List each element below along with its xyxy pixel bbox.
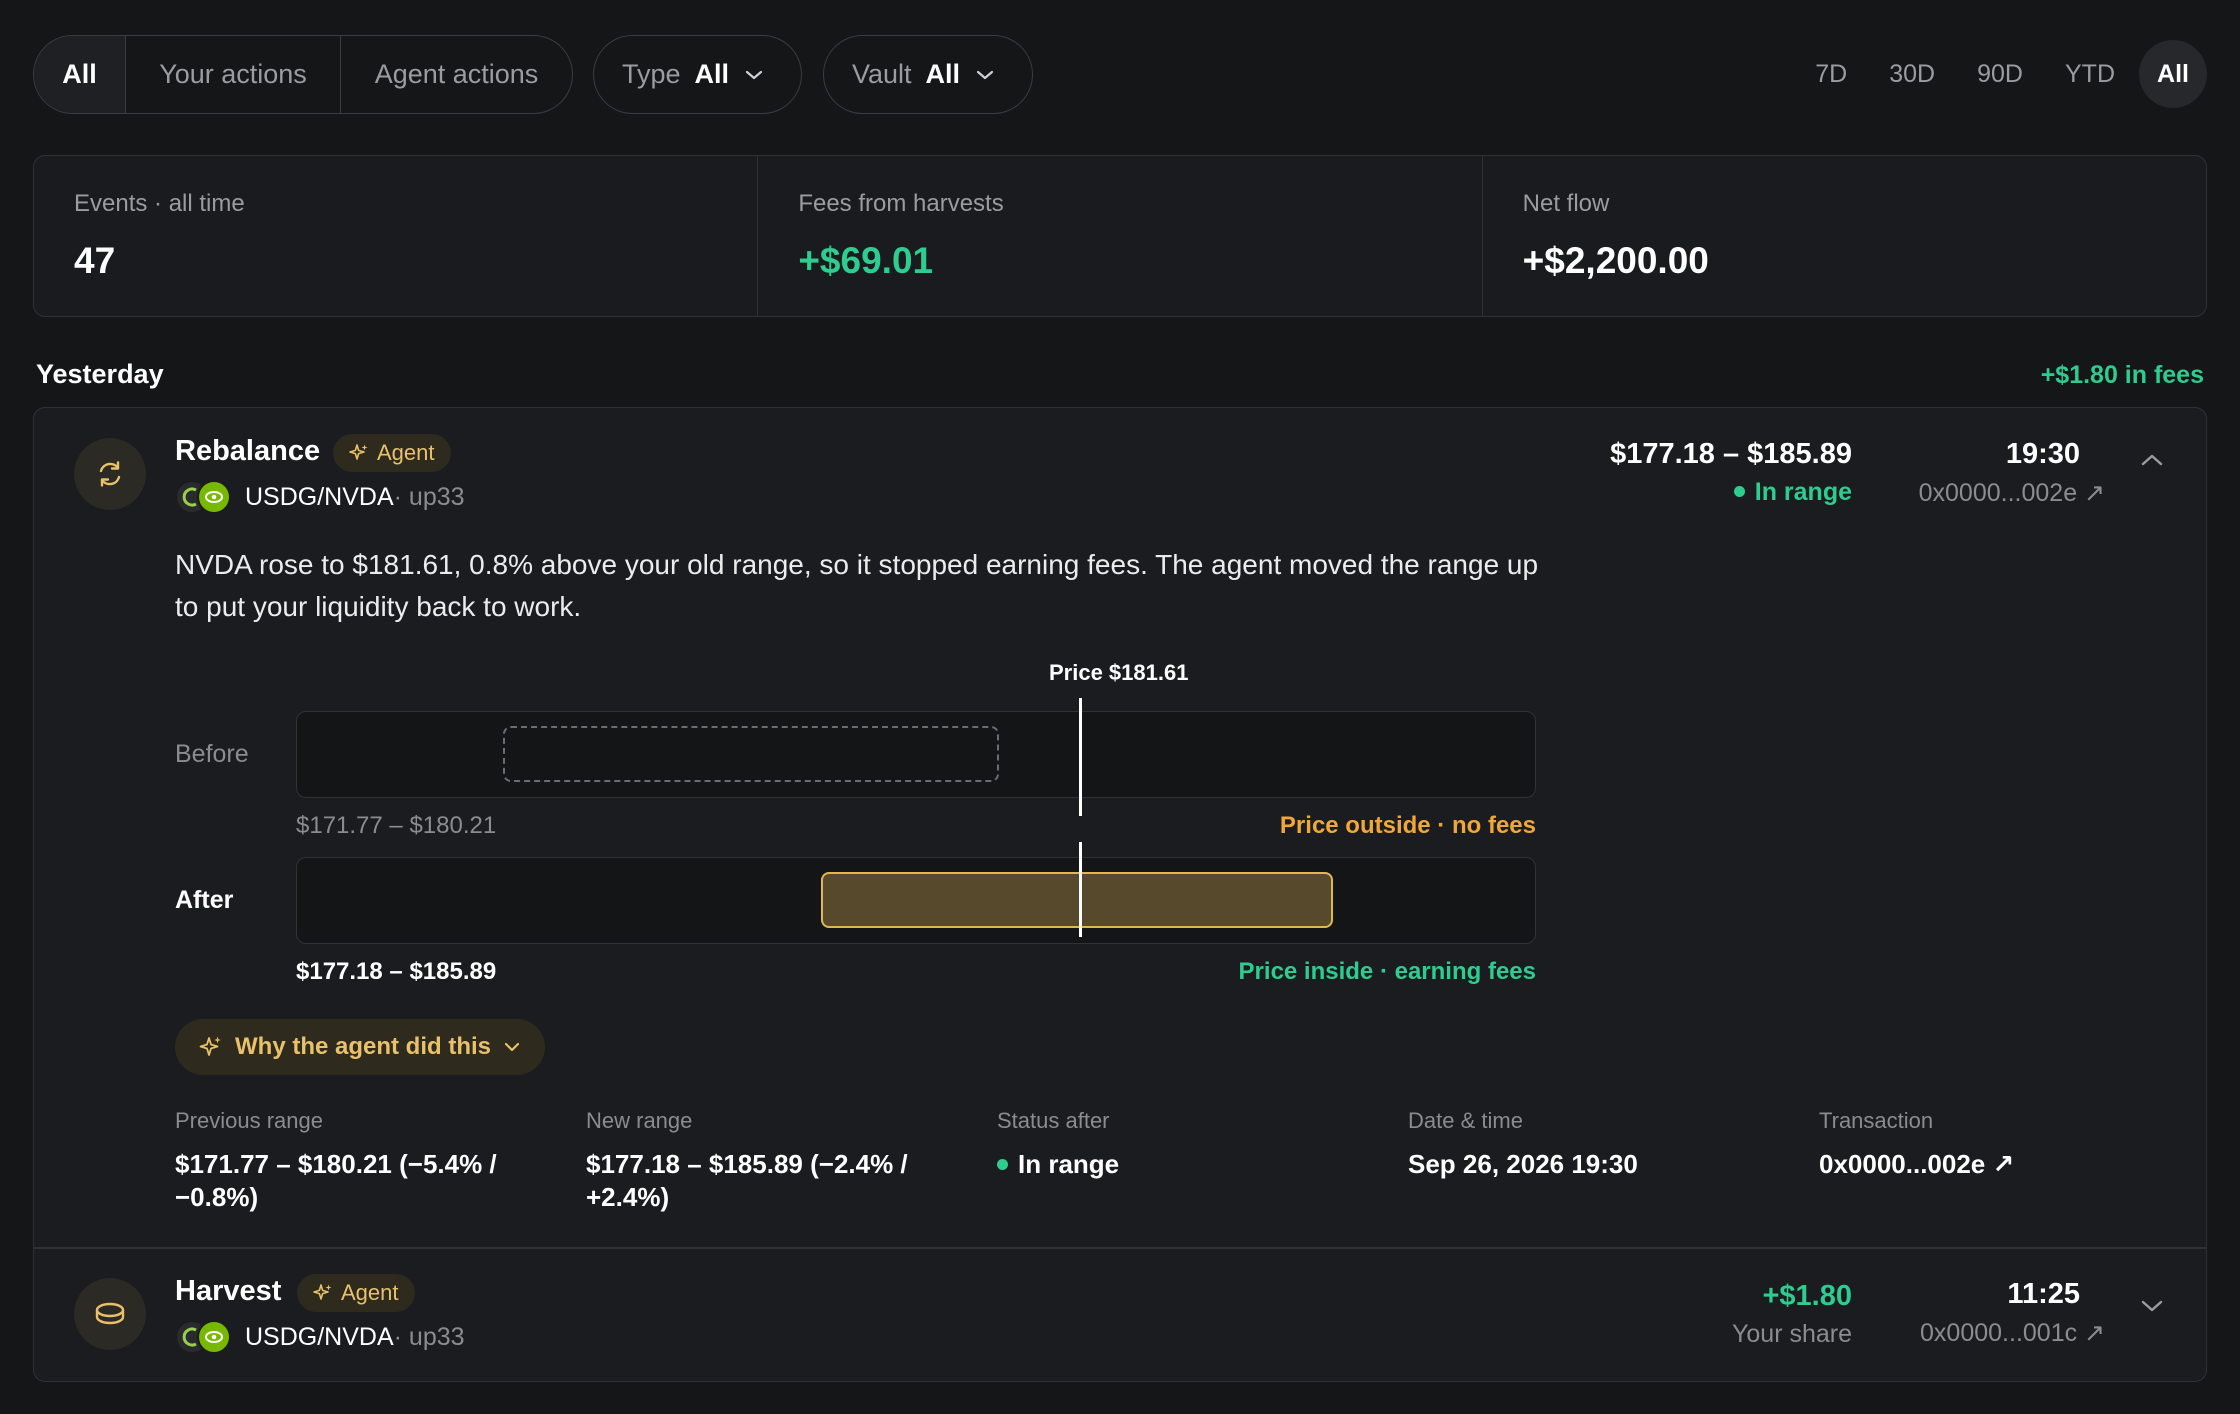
stat-label: Fees from harvests: [798, 190, 1004, 217]
harvest-amount: +$1.80: [1762, 1280, 1852, 1312]
event-range: $177.18 – $185.89: [1610, 438, 1852, 470]
pair-name: USDG/NVDA: [245, 482, 394, 511]
chevron-down-icon: [2141, 1300, 2163, 1312]
sparkle-icon: [199, 1036, 221, 1056]
harvest-sub: Your share: [1732, 1320, 1852, 1348]
time-range-7d[interactable]: 7D: [1797, 40, 1865, 108]
chevron-down-icon: [974, 64, 996, 86]
tab-agent-actions[interactable]: Agent actions: [340, 36, 572, 113]
price-label: Price $181.61: [1049, 660, 1189, 685]
detail-value: In range: [997, 1148, 1357, 1181]
before-label: Before: [175, 740, 249, 768]
detail-status-after: Status after In range: [997, 1108, 1357, 1181]
event-description: NVDA rose to $181.61, 0.8% above your ol…: [175, 549, 1539, 622]
section-title: Yesterday: [36, 359, 164, 389]
event-title: Harvest: [175, 1275, 282, 1307]
detail-label: Status after: [997, 1108, 1110, 1133]
chevron-down-icon: [504, 1042, 520, 1052]
agent-badge: Agent: [333, 434, 451, 472]
vault-dropdown-label: Vault: [852, 59, 912, 89]
rebalance-icon: [74, 438, 146, 510]
type-dropdown[interactable]: Type All: [593, 35, 802, 114]
stat-value: +$2,200.00: [1522, 240, 1709, 281]
detail-value: $171.77 – $180.21 (−5.4% / −0.8%): [175, 1149, 497, 1212]
sparkle-icon: [313, 1284, 332, 1300]
event-divider: [34, 1247, 2206, 1249]
vault-dropdown-value: All: [925, 59, 961, 89]
transaction-link[interactable]: 0x0000...002e ↗: [1919, 478, 2105, 508]
time-range-ytd[interactable]: YTD: [2047, 40, 2133, 108]
detail-label: Previous range: [175, 1108, 323, 1133]
vault-id: · up33: [393, 482, 465, 511]
stat-value: +$69.01: [798, 240, 934, 281]
before-range-bar: [503, 726, 1000, 782]
detail-previous-range: Previous range $171.77 – $180.21 (−5.4% …: [175, 1108, 535, 1214]
chevron-up-icon: [2141, 454, 2163, 466]
type-dropdown-value: All: [694, 59, 730, 89]
collapse-button[interactable]: [2140, 452, 2164, 473]
sparkle-icon: [349, 444, 368, 460]
agent-badge: Agent: [297, 1274, 415, 1312]
time-range-30d[interactable]: 30D: [1871, 40, 1953, 108]
vault-pair[interactable]: USDG/NVDA · up33: [175, 1320, 465, 1354]
status-badge: In range: [1733, 478, 1852, 507]
price-marker: [1079, 698, 1083, 816]
stat-net-flow: Net flow +$2,200.00: [1481, 156, 2206, 316]
vault-id: · up33: [393, 1322, 465, 1351]
stat-events: Events · all time 47: [34, 156, 757, 316]
event-time: 19:30: [2005, 438, 2080, 470]
detail-transaction-link[interactable]: 0x0000...002e ↗: [1819, 1148, 2179, 1181]
detail-transaction: Transaction 0x0000...002e ↗: [1819, 1108, 2179, 1181]
before-status: Price outside · no fees: [1279, 812, 1536, 839]
status-dot-icon: [997, 1158, 1008, 1170]
detail-value: Sep 26, 2026 19:30: [1408, 1149, 1638, 1179]
after-status: Price inside · earning fees: [1238, 958, 1536, 985]
after-label: After: [175, 886, 234, 914]
coin-stack-icon: [74, 1278, 146, 1350]
event-time: 11:25: [2007, 1278, 2080, 1310]
detail-date-time: Date & time Sep 26, 2026 19:30: [1408, 1108, 1788, 1181]
nvda-token-icon: [197, 1320, 231, 1354]
detail-new-range: New range $177.18 – $185.89 (−2.4% / +2.…: [586, 1108, 946, 1214]
detail-label: Date & time: [1408, 1108, 1523, 1133]
stat-label: Net flow: [1522, 190, 1610, 217]
pair-name: USDG/NVDA: [245, 1322, 394, 1351]
section-fees-total: +$1.80 in fees: [2040, 361, 2204, 389]
nvda-token-icon: [197, 480, 231, 514]
detail-value: $177.18 – $185.89 (−2.4% / +2.4%): [586, 1149, 908, 1212]
expand-button[interactable]: [2140, 1298, 2164, 1319]
detail-label: New range: [586, 1108, 693, 1133]
time-range-all[interactable]: All: [2139, 40, 2207, 108]
tab-all-actions[interactable]: All: [34, 36, 125, 113]
actor-segmented-control: All Your actions Agent actions: [33, 35, 573, 114]
after-range-text: $177.18 – $185.89: [296, 958, 497, 985]
event-group-card: Rebalance Agent USDG/NVDA · up33 $177.18…: [33, 407, 2207, 1382]
status-dot-icon: [1733, 485, 1745, 497]
price-marker: [1079, 842, 1083, 937]
why-agent-button[interactable]: Why the agent did this: [175, 1019, 545, 1075]
before-range-track: [296, 711, 1536, 798]
time-range-filter: 7D 30D 90D YTD All: [1797, 40, 2207, 108]
chevron-down-icon: [743, 64, 765, 86]
stat-value: 47: [74, 240, 116, 281]
event-title: Rebalance: [175, 435, 321, 467]
agent-badge-label: Agent: [341, 1280, 399, 1305]
after-range-bar: [821, 872, 1334, 928]
time-range-90d[interactable]: 90D: [1959, 40, 2041, 108]
vault-dropdown[interactable]: Vault All: [823, 35, 1033, 114]
stats-panel: Events · all time 47 Fees from harvests …: [33, 155, 2207, 317]
stat-fees: Fees from harvests +$69.01: [757, 156, 1481, 316]
type-dropdown-label: Type: [622, 59, 681, 89]
vault-pair[interactable]: USDG/NVDA · up33: [175, 480, 465, 514]
transaction-link[interactable]: 0x0000...001c ↗: [1920, 1318, 2105, 1348]
agent-badge-label: Agent: [377, 440, 435, 465]
why-agent-label: Why the agent did this: [235, 1033, 491, 1060]
after-range-track: [296, 857, 1536, 944]
stat-label: Events · all time: [74, 190, 245, 217]
tab-your-actions[interactable]: Your actions: [125, 36, 340, 113]
before-range-text: $171.77 – $180.21: [296, 812, 497, 839]
detail-label: Transaction: [1819, 1108, 1934, 1133]
